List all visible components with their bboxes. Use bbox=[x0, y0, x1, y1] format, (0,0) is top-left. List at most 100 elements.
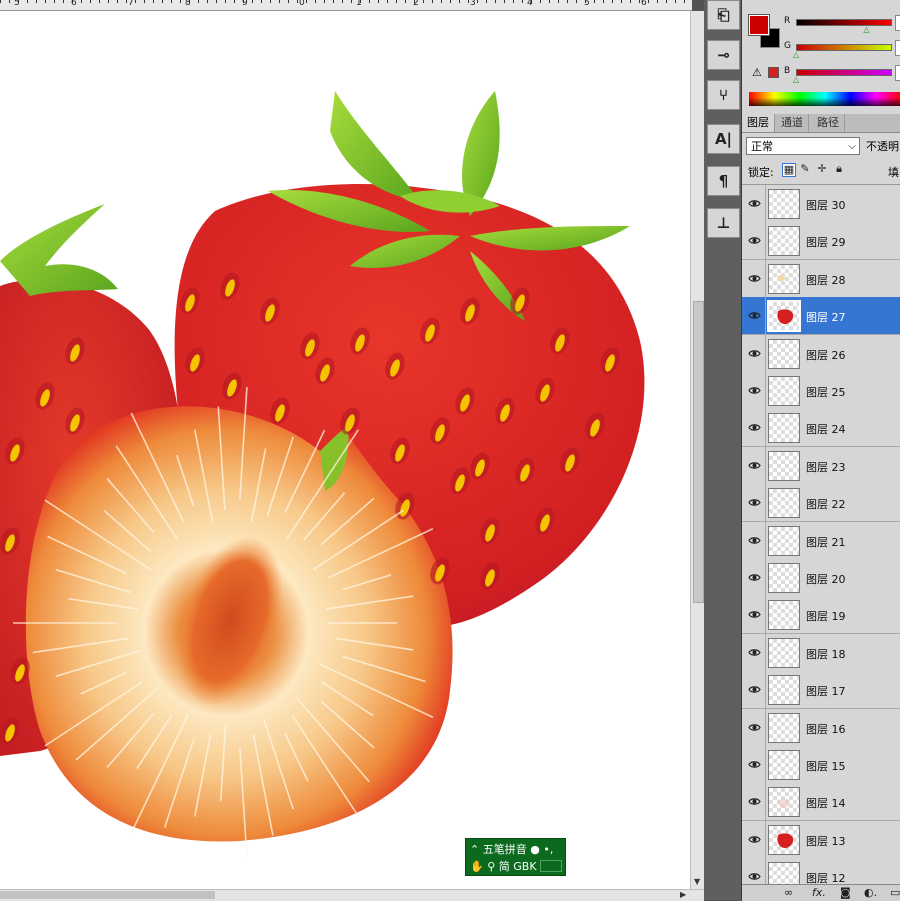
ime-expand-icon[interactable]: ⌃ bbox=[470, 843, 479, 856]
layer-name[interactable]: 图层 12 bbox=[806, 870, 846, 885]
vertical-scrollbar[interactable]: ▼ bbox=[690, 11, 705, 889]
layer-thumbnail[interactable] bbox=[768, 787, 800, 818]
ime-dot-icon[interactable]: ● bbox=[530, 843, 540, 856]
adjust-icon[interactable]: ⊸ bbox=[707, 40, 740, 70]
lock-brush-icon[interactable]: ✎ bbox=[799, 163, 811, 175]
adjustment-icon[interactable]: ◐. bbox=[864, 886, 877, 899]
layer-name[interactable]: 图层 26 bbox=[806, 347, 846, 363]
layer-row[interactable]: 图层 14 bbox=[742, 783, 900, 822]
layer-name[interactable]: 图层 27 bbox=[806, 309, 846, 325]
eye-icon[interactable] bbox=[748, 758, 761, 771]
layer-row[interactable]: 图层 23 bbox=[742, 446, 900, 485]
scroll-down-arrow-icon[interactable]: ▼ bbox=[694, 877, 700, 886]
ime-status-bar[interactable]: ⌃ 五笔拼音 ● •, ✋ ⚲ 简 GBK bbox=[465, 838, 566, 876]
layer-name[interactable]: 图层 21 bbox=[806, 534, 846, 550]
layer-row[interactable]: 图层 15 bbox=[742, 746, 900, 784]
eye-icon[interactable] bbox=[748, 197, 761, 210]
layer-thumbnail[interactable] bbox=[768, 189, 800, 219]
layer-thumbnail[interactable] bbox=[768, 450, 800, 481]
layer-thumbnail[interactable] bbox=[768, 712, 800, 743]
ime-encoding-label[interactable]: GBK bbox=[513, 860, 536, 873]
layer-thumbnail[interactable] bbox=[767, 300, 801, 333]
ime-punct-icon[interactable]: •, bbox=[543, 843, 553, 856]
paragraph-icon[interactable]: ¶ bbox=[707, 166, 740, 196]
layer-row[interactable]: 图层 20 bbox=[742, 559, 900, 597]
eye-icon[interactable] bbox=[748, 309, 761, 322]
eye-icon[interactable] bbox=[748, 347, 761, 360]
layer-row[interactable]: 图层 28 bbox=[742, 259, 900, 298]
ime-hand-icon[interactable]: ✋ bbox=[470, 860, 484, 873]
layer-thumbnail[interactable] bbox=[768, 862, 800, 885]
eye-icon[interactable] bbox=[748, 571, 761, 584]
horizontal-scrollbar[interactable]: ▶ bbox=[0, 889, 704, 901]
blend-mode-select[interactable]: 正常 ⌵ bbox=[746, 137, 860, 155]
character-icon[interactable]: A| bbox=[707, 124, 740, 154]
eye-icon[interactable] bbox=[748, 384, 761, 397]
fx-icon[interactable]: fx. bbox=[812, 886, 826, 899]
gamut-swatch[interactable] bbox=[768, 67, 779, 78]
eye-icon[interactable] bbox=[748, 421, 761, 434]
channel-b-slider-handle[interactable]: △ bbox=[793, 75, 799, 84]
layer-name[interactable]: 图层 28 bbox=[806, 272, 846, 288]
layer-name[interactable]: 图层 18 bbox=[806, 646, 846, 662]
layer-row[interactable]: 图层 17 bbox=[742, 671, 900, 710]
eye-icon[interactable] bbox=[748, 795, 761, 808]
layer-name[interactable]: 图层 19 bbox=[806, 608, 846, 624]
channel-g-slider-handle[interactable]: △ bbox=[793, 50, 799, 59]
layer-row[interactable]: 图层 30 bbox=[742, 185, 900, 223]
link-icon[interactable]: ∞ bbox=[784, 886, 793, 899]
layer-thumbnail[interactable] bbox=[768, 637, 800, 668]
layer-thumbnail[interactable] bbox=[768, 338, 800, 369]
tab-channels[interactable]: 通道 bbox=[776, 114, 809, 132]
channel-g-value[interactable] bbox=[895, 40, 900, 56]
channel-r-slider-handle[interactable]: △ bbox=[863, 25, 869, 34]
layer-name[interactable]: 图层 14 bbox=[806, 795, 846, 811]
ime-search-icon[interactable]: ⚲ bbox=[487, 860, 495, 873]
layer-name[interactable]: 图层 29 bbox=[806, 234, 846, 250]
history-icon[interactable]: ⎗ bbox=[707, 0, 740, 30]
layer-thumbnail[interactable] bbox=[768, 750, 800, 780]
layer-row[interactable]: 图层 21 bbox=[742, 521, 900, 560]
vertical-scroll-thumb[interactable] bbox=[693, 301, 704, 603]
layer-thumbnail[interactable] bbox=[768, 413, 800, 444]
layer-name[interactable]: 图层 22 bbox=[806, 496, 846, 512]
eye-icon[interactable] bbox=[748, 608, 761, 621]
ime-lang-label[interactable]: 简 bbox=[499, 860, 510, 873]
layer-thumbnail[interactable] bbox=[768, 675, 800, 706]
ime-keyboard-icon[interactable] bbox=[540, 860, 562, 872]
layer-thumbnail[interactable] bbox=[768, 525, 800, 556]
layer-row[interactable]: 图层 29 bbox=[742, 222, 900, 261]
layer-name[interactable]: 图层 15 bbox=[806, 758, 846, 774]
foreground-color-swatch[interactable] bbox=[748, 14, 770, 36]
scroll-right-arrow-icon[interactable]: ▶ bbox=[680, 890, 686, 899]
layer-name[interactable]: 图层 16 bbox=[806, 721, 846, 737]
layer-thumbnail[interactable] bbox=[768, 824, 800, 855]
layer-row[interactable]: 图层 18 bbox=[742, 633, 900, 672]
eye-icon[interactable] bbox=[748, 272, 761, 285]
tab-paths[interactable]: 路径 bbox=[812, 114, 845, 132]
mask-icon[interactable]: ◙ bbox=[840, 886, 851, 899]
lock-move-icon[interactable]: ✛ bbox=[816, 163, 828, 175]
eye-icon[interactable] bbox=[748, 646, 761, 659]
warning-icon[interactable]: ⚠ bbox=[752, 66, 762, 79]
layer-row[interactable]: 图层 26 bbox=[742, 334, 900, 373]
layer-name[interactable]: 图层 17 bbox=[806, 683, 846, 699]
layer-name[interactable]: 图层 30 bbox=[806, 197, 846, 213]
eye-icon[interactable] bbox=[748, 496, 761, 509]
layer-row[interactable]: 图层 24 bbox=[742, 409, 900, 448]
channel-r-value[interactable] bbox=[895, 15, 900, 31]
layer-row[interactable]: 图层 19 bbox=[742, 596, 900, 635]
eye-icon[interactable] bbox=[748, 721, 761, 734]
lock-transparency-icon[interactable]: ▦ bbox=[782, 163, 796, 177]
eye-icon[interactable] bbox=[748, 833, 761, 846]
eye-icon[interactable] bbox=[748, 534, 761, 547]
channel-r-slider[interactable] bbox=[796, 19, 892, 26]
layer-name[interactable]: 图层 13 bbox=[806, 833, 846, 849]
layer-thumbnail[interactable] bbox=[768, 563, 800, 593]
layer-name[interactable]: 图层 25 bbox=[806, 384, 846, 400]
channel-b-slider[interactable] bbox=[796, 69, 892, 76]
lock-all-icon[interactable]: 🔒︎ bbox=[833, 163, 845, 175]
eye-icon[interactable] bbox=[748, 870, 761, 883]
channel-g-slider[interactable] bbox=[796, 44, 892, 51]
eye-icon[interactable] bbox=[748, 234, 761, 247]
